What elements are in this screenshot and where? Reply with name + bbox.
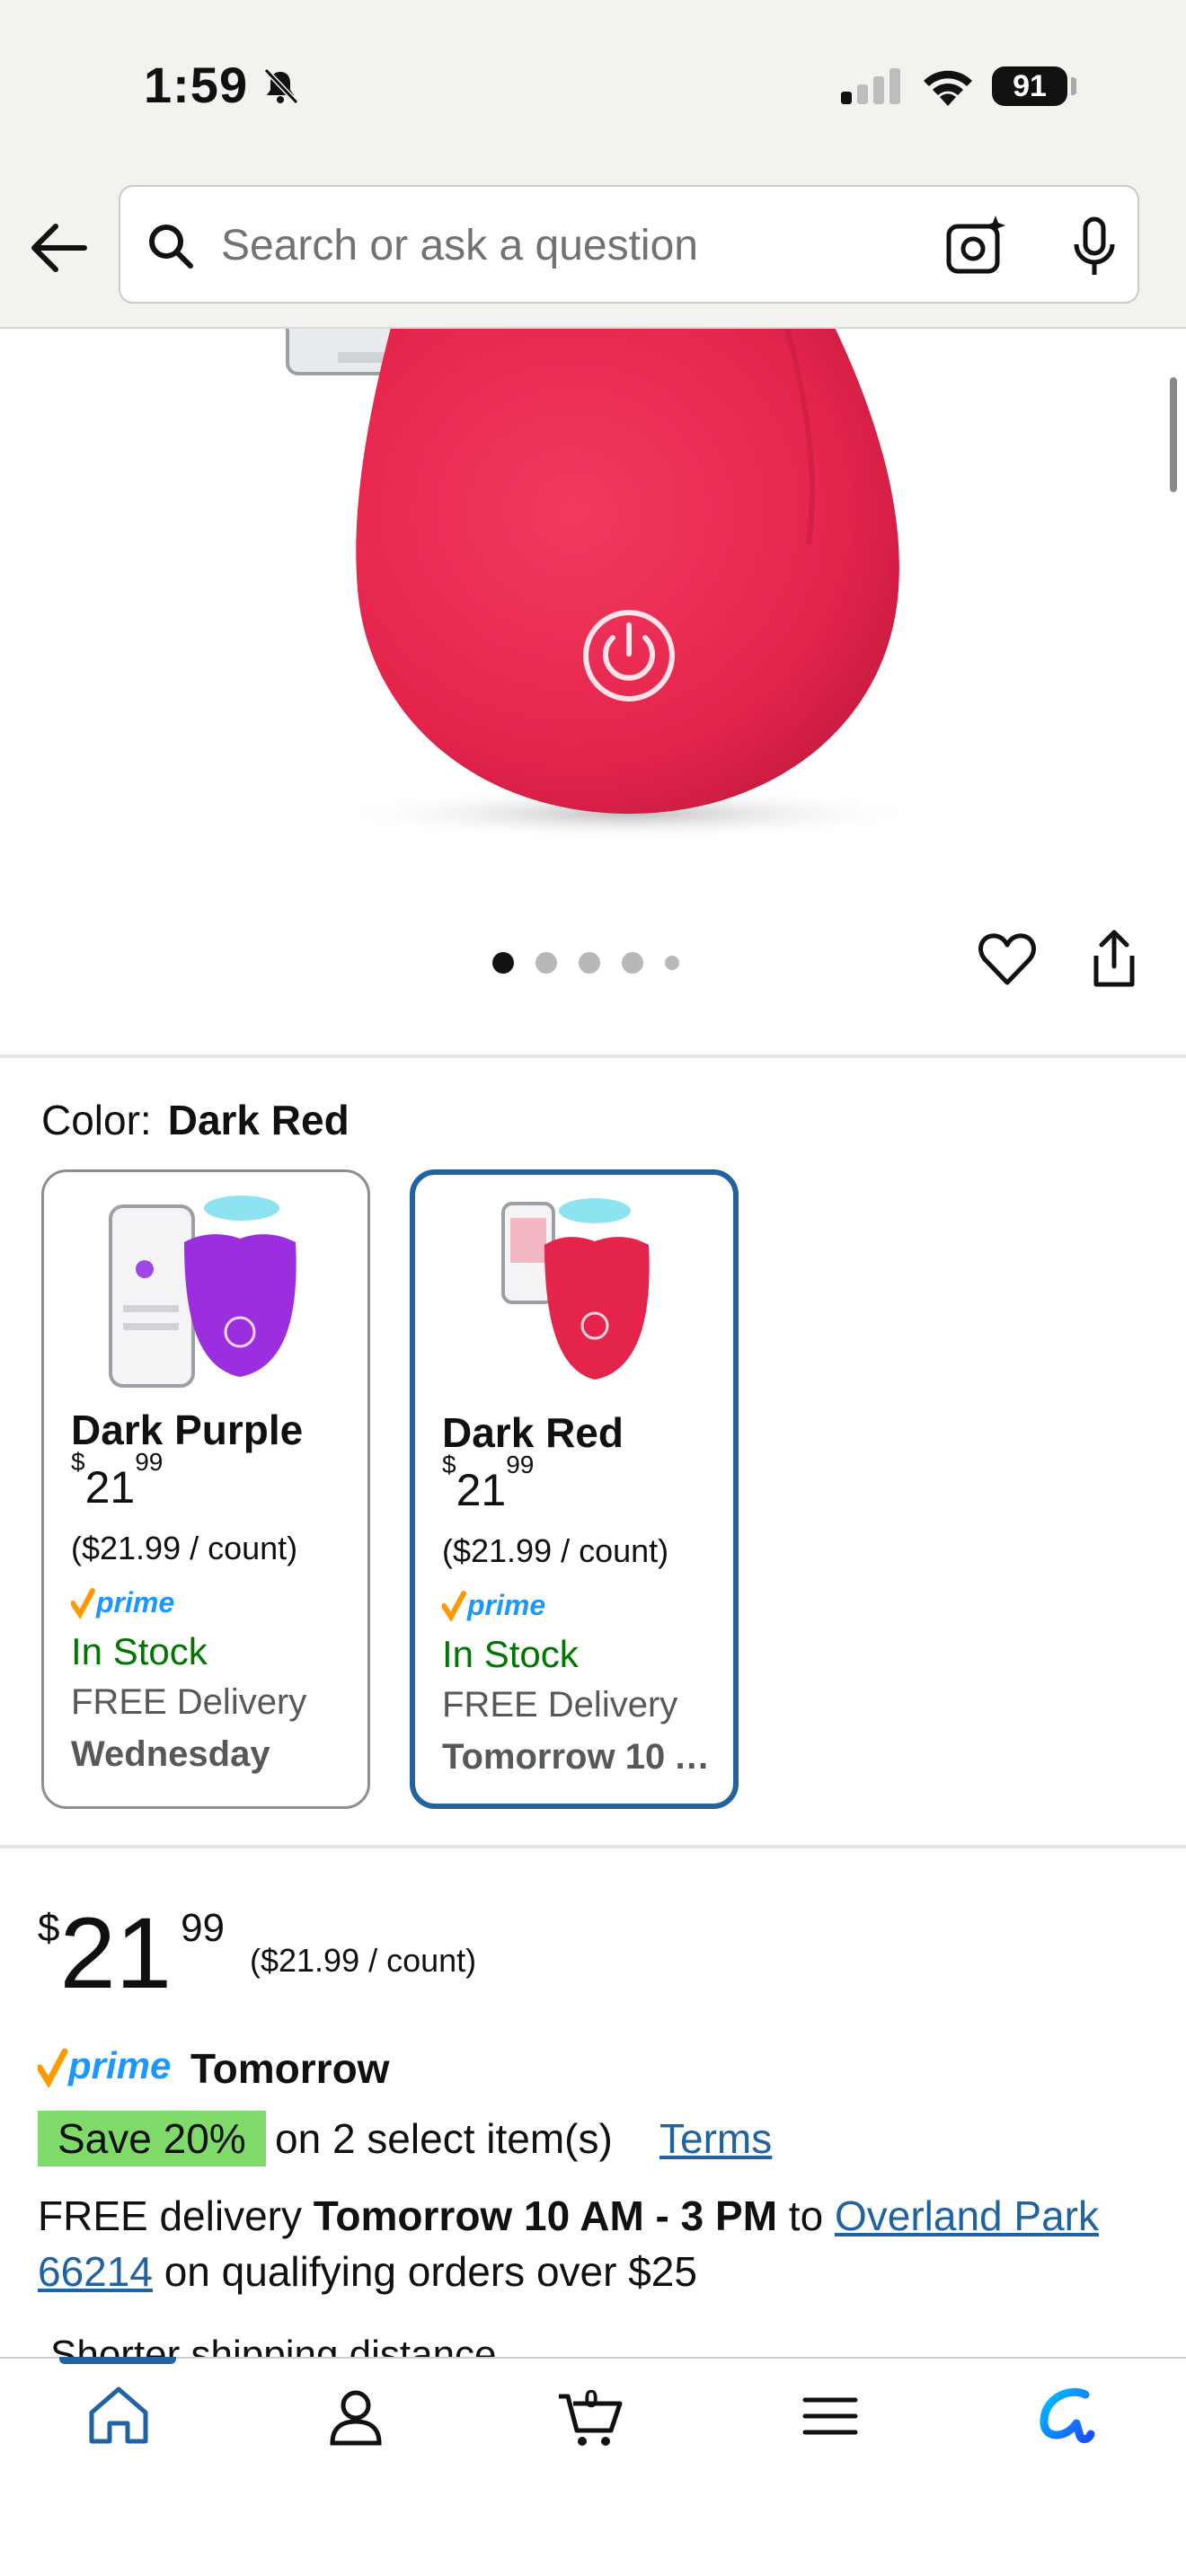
swatch-price-cents: 99 [506,1451,535,1479]
swatch-delivery: FREE Delivery [71,1682,307,1722]
prime-text: prime [466,1589,545,1621]
terms-link[interactable]: Terms [659,2114,772,2163]
swatch-thumbnail [109,1195,296,1388]
swatch-price-cents: 99 [135,1448,164,1477]
section-divider [0,1845,1186,1848]
search-icon [149,225,193,269]
scroll-indicator [1170,377,1177,492]
active-tab-indicator [59,2357,176,2364]
rufus-assistant-icon[interactable] [1031,2380,1103,2452]
account-icon[interactable] [320,2380,392,2452]
swatch-delivery-date: Wednesday [71,1734,270,1774]
swatch-price: $2199 [442,1451,535,1515]
microphone-icon[interactable] [1067,216,1121,278]
swatch-thumbnail [501,1198,650,1380]
swatch-stock: In Stock [71,1630,208,1672]
prime-text: prime [95,1586,174,1619]
delivery-prefix: FREE delivery [38,2192,302,2239]
prime-logo: prime [38,2044,171,2089]
color-label: Color: [41,1097,152,1143]
pager-dot[interactable] [492,952,514,974]
pager-dot[interactable] [665,956,679,970]
pager-dot[interactable] [579,952,600,974]
delivery-suffix: on qualifying orders over $25 [164,2248,697,2295]
battery-nub [1071,77,1076,95]
price-cents: 99 [181,1906,226,1950]
swatch-unit-price: ($21.99 / count) [442,1532,669,1569]
camera-lens-icon[interactable] [943,214,1008,278]
shorter-shipping-text: Shorter shipping distance [50,2333,497,2359]
delivery-to: to [788,2192,824,2239]
back-arrow-icon[interactable] [25,214,93,282]
color-selection-label: Color: Dark Red [41,1096,350,1144]
product-image [286,329,925,841]
battery-indicator: 91 [992,66,1067,106]
home-icon[interactable] [83,2380,155,2452]
prime-logo: prime [71,1586,174,1619]
bell-muted-icon [263,67,299,105]
pager-dot[interactable] [622,952,643,974]
swatch-price: $2199 [71,1448,164,1513]
product-image-gallery[interactable] [0,329,1186,1011]
price-dollars: 21 [59,1897,173,2009]
swatch-name: Dark Red [442,1409,624,1456]
delivery-info: FREE delivery Tomorrow 10 AM - 3 PM to O… [38,2188,1161,2299]
swatch-price-dollars: 21 [456,1465,507,1515]
swatch-price-dollars: 21 [84,1462,136,1513]
save-text: on 2 select item(s) [275,2115,613,2162]
delivery-window: Tomorrow 10 AM - 3 PM [313,2192,778,2239]
heart-icon[interactable] [978,931,1037,990]
swatch-stock: In Stock [442,1633,579,1675]
shorter-shipping-row[interactable]: Shorter shipping distance ⌄ [50,2332,541,2359]
prime-delivery-day: Tomorrow [190,2045,390,2092]
cart-count: 0 [584,2385,598,2413]
pager-dot[interactable] [535,952,557,974]
swatch-delivery-date: Tomorrow 10 AM - 3 PM [442,1737,721,1777]
search-input[interactable] [221,214,904,277]
menu-icon[interactable] [794,2380,866,2452]
swatch-dark-red[interactable]: Dark Red $2199 ($21.99 / count) prime In… [410,1169,739,1809]
signal-icon [841,68,900,104]
status-time: 1:59 [144,57,249,113]
swatch-delivery: FREE Delivery [442,1685,678,1725]
color-selected-value: Dark Red [167,1097,350,1143]
swatch-unit-price: ($21.99 / count) [71,1530,298,1566]
save-badge: Save 20% [38,2111,266,2166]
share-icon[interactable] [1087,929,1141,990]
swatch-dark-purple[interactable]: Dark Purple $2199 ($21.99 / count) prime… [41,1169,370,1809]
image-pager-dots[interactable] [492,952,679,974]
product-price: $21 99 [38,1895,225,2011]
prime-text: prime [67,2044,171,2086]
unit-price: ($21.99 / count) [250,1942,477,1979]
swatch-name: Dark Purple [71,1407,304,1453]
wifi-icon [924,70,972,106]
section-divider [0,1054,1186,1058]
cart-icon[interactable]: 0 [555,2380,627,2452]
prime-logo: prime [442,1589,545,1622]
price-currency: $ [38,1906,60,1950]
